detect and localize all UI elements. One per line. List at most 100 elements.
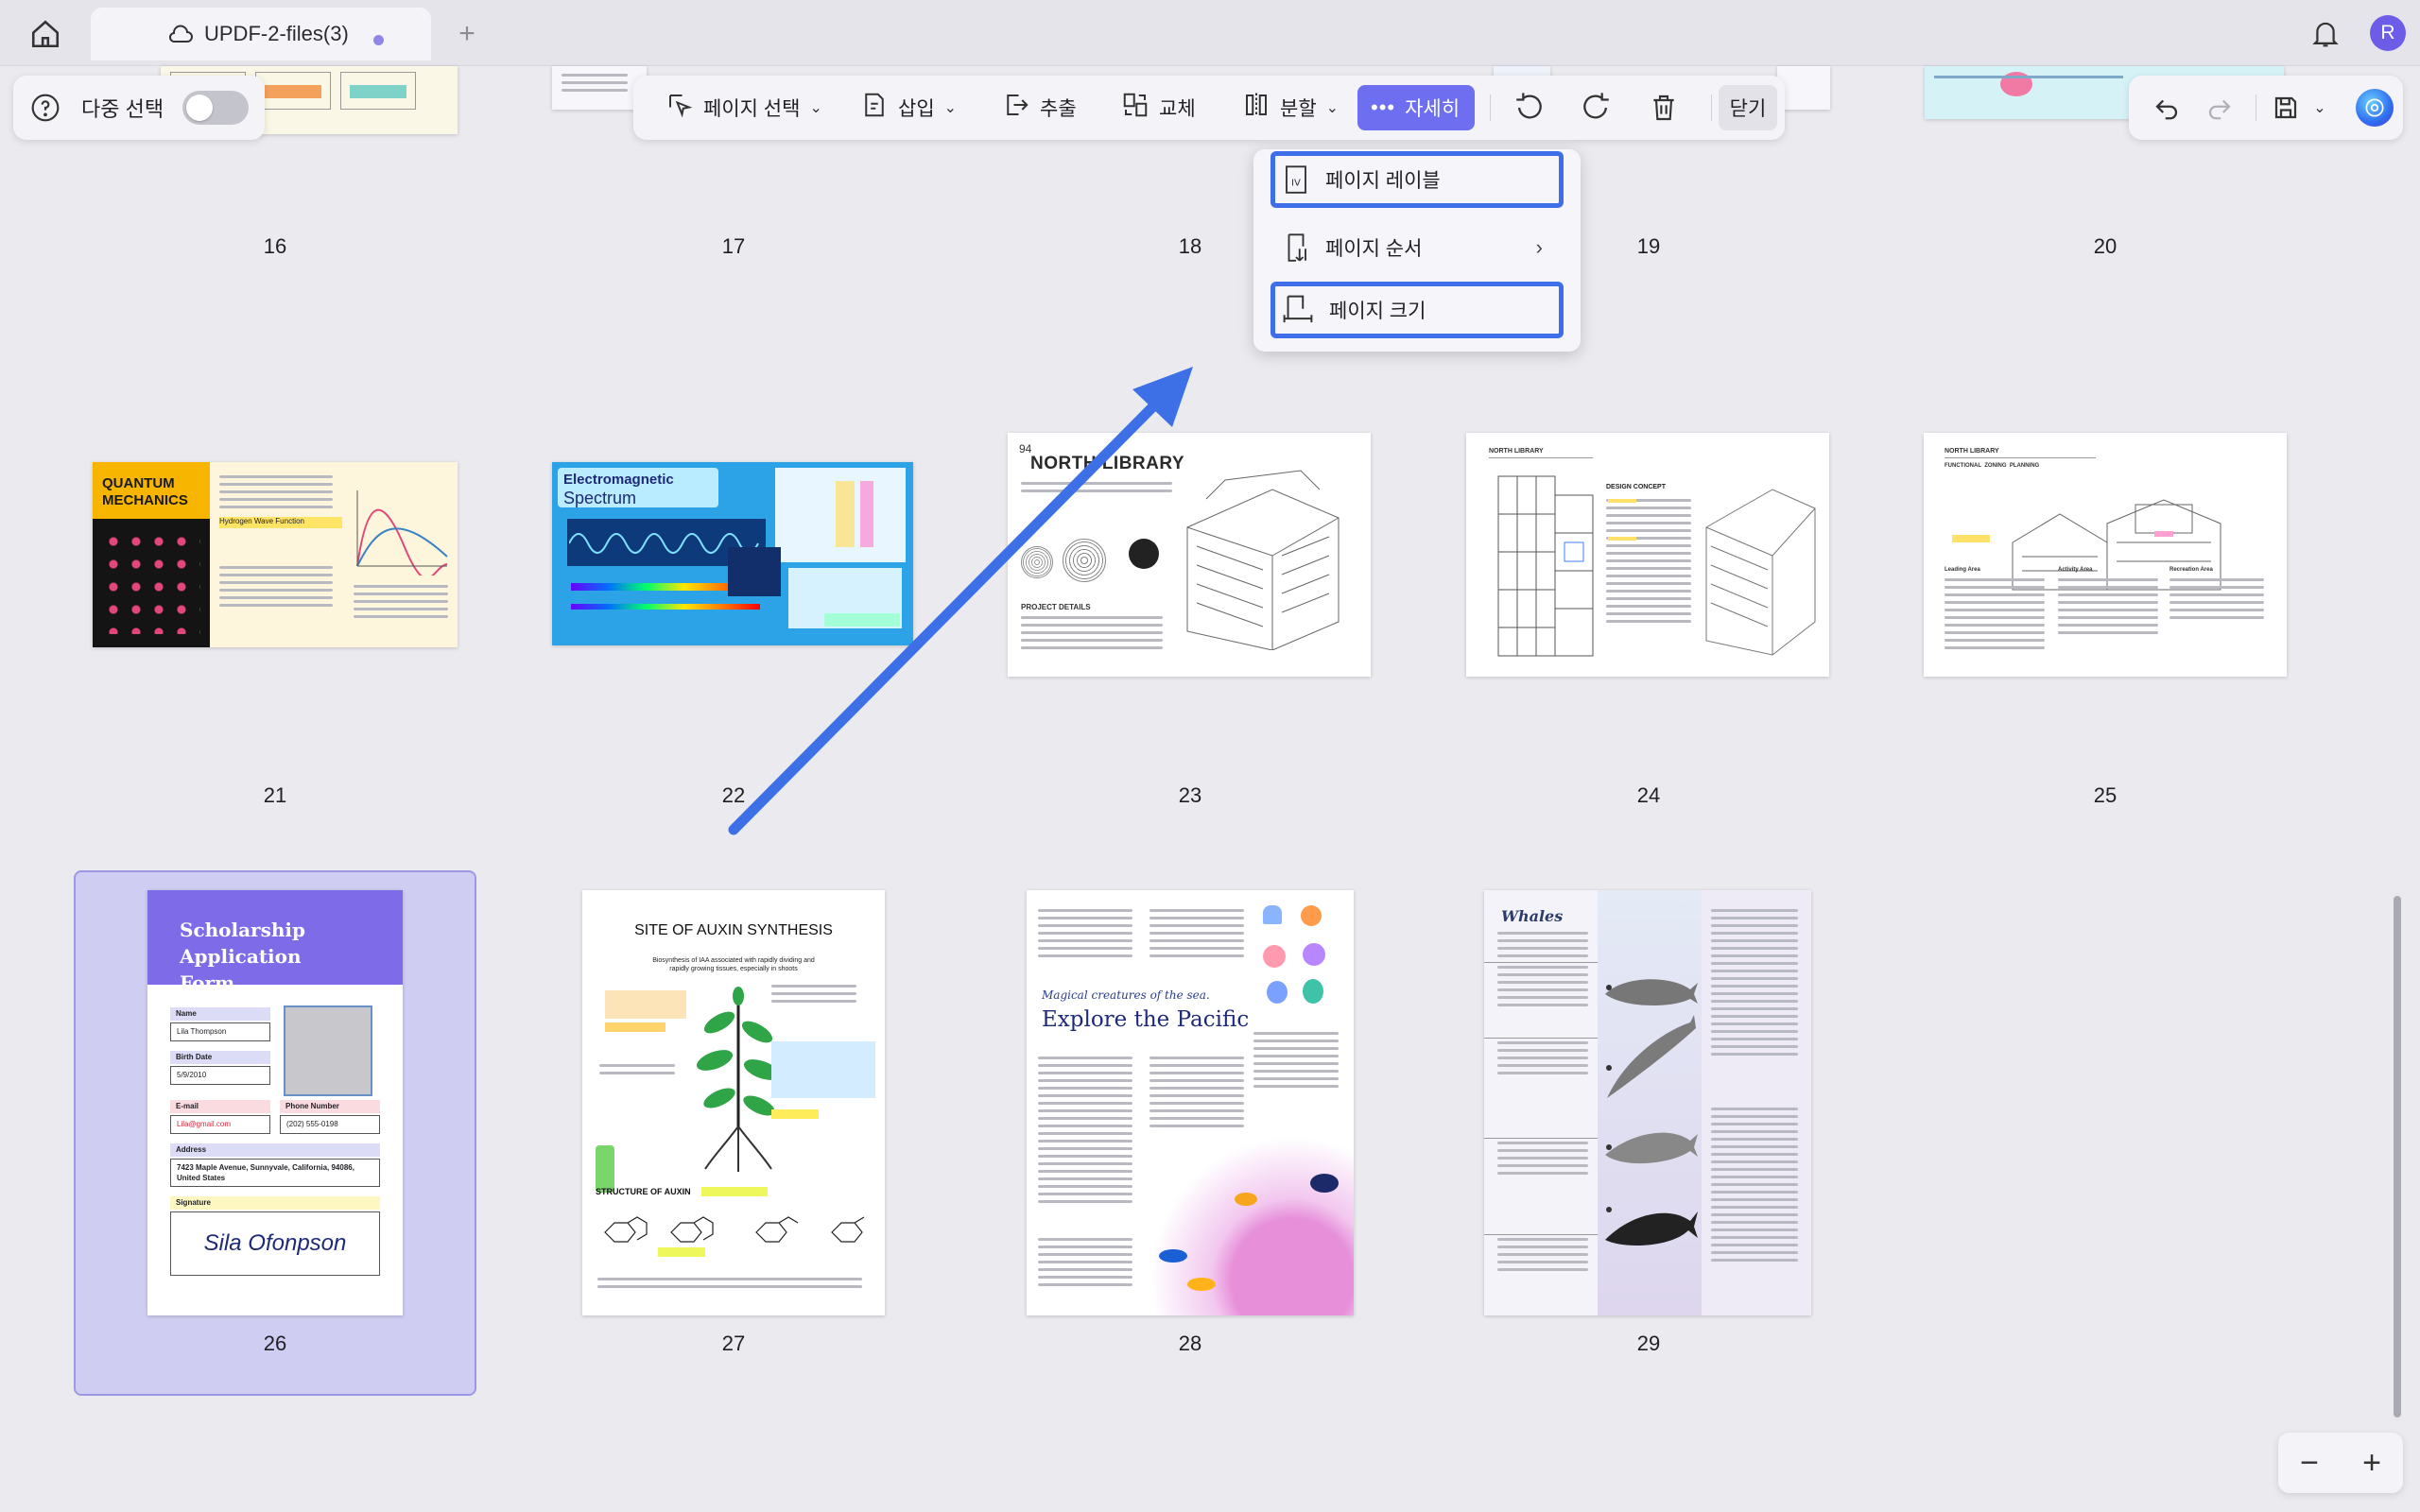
page-number-29: 29 bbox=[1636, 1332, 1661, 1355]
phone-label: Phone Number bbox=[280, 1100, 380, 1113]
zoom-controls: − + bbox=[2278, 1433, 2403, 1493]
page-thumbnail-17[interactable] bbox=[552, 66, 647, 110]
name-label: Name bbox=[170, 1007, 270, 1021]
page-number-28: 28 bbox=[1178, 1332, 1202, 1355]
page-number-24: 24 bbox=[1636, 783, 1661, 807]
multi-select-label: 다중 선택 bbox=[81, 97, 164, 121]
page-thumbnail-19[interactable] bbox=[1777, 66, 1830, 110]
page-thumbnail-28[interactable]: Magical creatures of the sea. Explore th… bbox=[1027, 890, 1354, 1315]
page-number-22: 22 bbox=[721, 783, 746, 807]
close-button[interactable]: 닫기 bbox=[1719, 85, 1777, 130]
title-bar: UPDF-2-files(3) + R bbox=[0, 0, 2420, 66]
page-select-label: 페이지 선택 bbox=[703, 98, 801, 120]
extract-label: 추출 bbox=[1040, 98, 1077, 120]
cloud-icon bbox=[168, 25, 193, 49]
insert-button[interactable]: 삽입 ⌄ bbox=[851, 85, 966, 130]
page-thumbnail-25[interactable]: NORTH LIBRARY FUNCTIONAL ZONING PLANNING… bbox=[1924, 433, 2287, 677]
auxin-subtitle: Biosynthesis of IAA associated with rapi… bbox=[652, 957, 815, 972]
replace-button[interactable]: 교체 bbox=[1112, 85, 1205, 130]
page-order-icon bbox=[1288, 233, 1306, 262]
page-number-18: 18 bbox=[1178, 234, 1202, 258]
page-number-21: 21 bbox=[263, 783, 287, 807]
page-number-20: 20 bbox=[2093, 234, 2118, 258]
page-thumbnail-27[interactable]: SITE OF AUXIN SYNTHESIS Biosynthesis of … bbox=[582, 890, 885, 1315]
chevron-down-icon: ⌄ bbox=[2313, 100, 2326, 116]
birth-value: 5/9/2010 bbox=[170, 1066, 270, 1085]
page-thumbnail-23[interactable]: 94 NORTH LIBRARY PROJECT DETAILS bbox=[1008, 433, 1371, 677]
library-header: NORTH LIBRARY bbox=[1489, 448, 1544, 455]
menu-item-label: 페이지 순서 bbox=[1325, 238, 1423, 260]
zoning-subtitle: FUNCTIONAL ZONING PLANNING bbox=[1945, 463, 2040, 469]
undo-icon bbox=[2155, 99, 2178, 120]
ai-assistant-icon[interactable] bbox=[2356, 89, 2394, 127]
undo-button[interactable] bbox=[2150, 91, 2184, 125]
email-value: Lila@gmail.com bbox=[170, 1115, 270, 1134]
replace-label: 교체 bbox=[1159, 98, 1196, 120]
scrollbar-thumb[interactable] bbox=[2394, 896, 2401, 1418]
save-button[interactable] bbox=[2269, 91, 2303, 125]
multi-select-toggle[interactable] bbox=[182, 91, 250, 125]
page-number-16: 16 bbox=[263, 234, 287, 258]
page-toolbar: 페이지 선택 ⌄ 삽입 ⌄ 추출 교체 분할 ⌄ ••• 자세히 닫기 bbox=[633, 76, 1785, 140]
right-actions-panel: ⌄ bbox=[2129, 76, 2403, 140]
quantum-title: QUANTUM MECHANICS bbox=[102, 475, 188, 508]
address-value: 7423 Maple Avenue, Sunnyvale, California… bbox=[170, 1159, 380, 1187]
split-label: 분할 bbox=[1280, 98, 1317, 120]
whales-title: Whales bbox=[1501, 907, 1564, 925]
rotate-left-icon bbox=[1516, 93, 1542, 119]
chevron-down-icon: ⌄ bbox=[1325, 100, 1340, 116]
svg-text:IV: IV bbox=[1291, 178, 1301, 188]
page-number-17: 17 bbox=[721, 234, 746, 258]
page-select-button[interactable]: 페이지 선택 ⌄ bbox=[656, 85, 832, 130]
page-thumbnail-24[interactable]: NORTH LIBRARY DESIGN CONCEPT bbox=[1466, 433, 1829, 677]
document-tab[interactable]: UPDF-2-files(3) bbox=[91, 8, 431, 60]
project-details-label: PROJECT DETAILS bbox=[1021, 603, 1091, 611]
avatar[interactable]: R bbox=[2370, 15, 2406, 51]
chevron-down-icon: ⌄ bbox=[809, 100, 822, 116]
delete-button[interactable] bbox=[1639, 85, 1688, 130]
scholarship-title: Scholarship Application Form bbox=[180, 919, 305, 994]
page-thumbnail-21[interactable]: QUANTUM MECHANICS Hydrogen Wave Function bbox=[93, 462, 458, 647]
phone-value: (202) 555-0198 bbox=[280, 1115, 380, 1134]
menu-item-page-order[interactable]: 페이지 순서 › bbox=[1270, 219, 1564, 276]
zoom-out-button[interactable]: − bbox=[2300, 1445, 2319, 1482]
spectrum-title-1: Electromagnetic bbox=[563, 472, 674, 488]
add-tab-button[interactable]: + bbox=[450, 17, 484, 51]
more-icon: ••• bbox=[1371, 95, 1396, 119]
save-options-dropdown[interactable]: ⌄ bbox=[2308, 91, 2331, 125]
toolbar-divider bbox=[1490, 94, 1491, 121]
redo-button[interactable] bbox=[2203, 91, 2237, 125]
page-size-icon bbox=[1283, 295, 1313, 323]
menu-item-page-size[interactable]: 페이지 크기 bbox=[1270, 282, 1564, 338]
more-options-menu: IV 페이지 레이블 페이지 순서 › 페이지 크기 bbox=[1253, 149, 1581, 352]
page-number-26: 26 bbox=[263, 1332, 287, 1355]
help-icon[interactable] bbox=[28, 91, 62, 125]
multi-select-panel: 다중 선택 bbox=[13, 76, 265, 140]
split-button[interactable]: 분할 ⌄ bbox=[1233, 85, 1348, 130]
name-value: Lila Thompson bbox=[170, 1022, 270, 1041]
rotate-right-icon bbox=[1583, 93, 1609, 119]
menu-item-label: 페이지 크기 bbox=[1329, 301, 1426, 322]
library-header-2: NORTH LIBRARY bbox=[1945, 448, 1999, 455]
zoom-in-button[interactable]: + bbox=[2362, 1445, 2381, 1482]
rotate-left-button[interactable] bbox=[1503, 85, 1554, 130]
page-thumbnail-22[interactable]: Electromagnetic Spectrum bbox=[552, 462, 913, 645]
address-label: Address bbox=[170, 1143, 380, 1157]
more-button[interactable]: ••• 자세히 bbox=[1357, 85, 1475, 130]
signature-label: Signature bbox=[170, 1196, 380, 1210]
bell-icon[interactable] bbox=[2307, 15, 2344, 53]
redo-icon bbox=[2208, 99, 2231, 120]
home-icon[interactable] bbox=[26, 15, 64, 53]
rotate-right-button[interactable] bbox=[1571, 85, 1622, 130]
menu-item-page-label[interactable]: IV 페이지 레이블 bbox=[1270, 151, 1564, 208]
page-thumbnail-29[interactable]: Whales bbox=[1484, 890, 1811, 1315]
extract-button[interactable]: 추출 bbox=[993, 85, 1086, 130]
page-number-25: 25 bbox=[2093, 783, 2118, 807]
auxin-structure-label: STRUCTURE OF AUXIN bbox=[596, 1187, 691, 1196]
library-title: NORTH LIBRARY bbox=[1030, 454, 1185, 473]
birth-label: Birth Date bbox=[170, 1051, 270, 1064]
replace-icon bbox=[1121, 91, 1150, 125]
page-number-23: 23 bbox=[1178, 783, 1202, 807]
page-thumbnail-26[interactable]: Scholarship Application Form Name Lila T… bbox=[147, 890, 403, 1315]
menu-item-label: 페이지 레이블 bbox=[1325, 170, 1441, 192]
